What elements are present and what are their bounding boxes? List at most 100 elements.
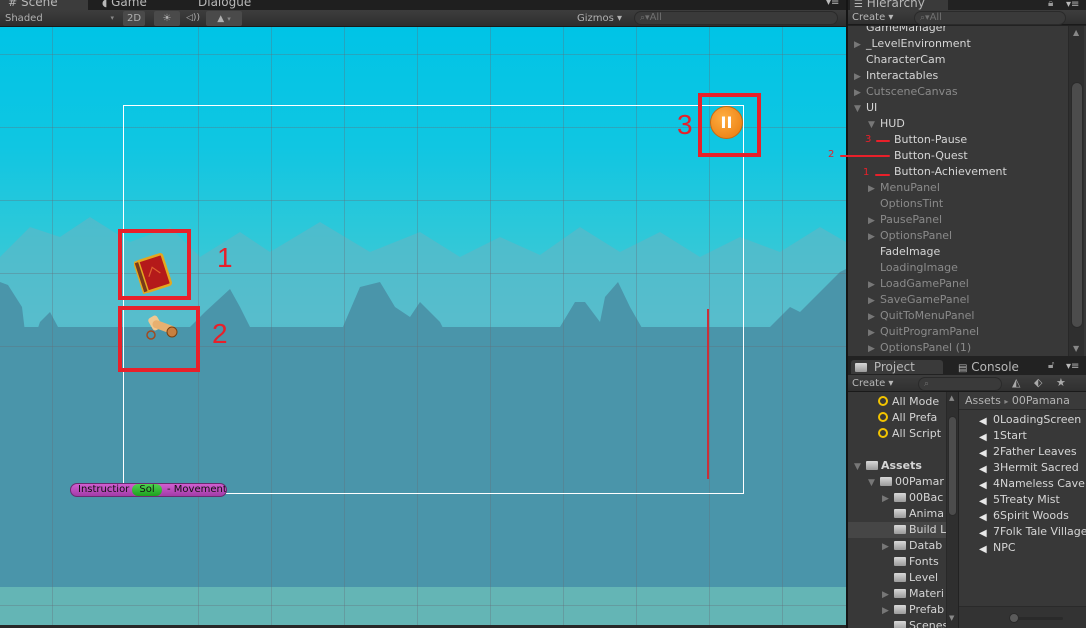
quest-button[interactable]	[142, 313, 182, 343]
hierarchy-scrollbar[interactable]: ▲ ▼	[1068, 26, 1084, 356]
expand-right-icon[interactable]: ▶	[882, 603, 894, 619]
hierarchy-item[interactable]: ▶ QuitToMenuPanel	[868, 308, 974, 324]
expand-down-icon[interactable]: ▼	[854, 459, 866, 475]
scene-asset-item[interactable]: ◀ 7Folk Tale Village	[979, 524, 1086, 540]
scene-asset-item[interactable]: ◀ 6Spirit Woods	[979, 508, 1069, 524]
expand-right-icon[interactable]: ▶	[868, 325, 880, 341]
expand-right-icon[interactable]: ▶	[882, 491, 894, 507]
scene-asset-item[interactable]: ◀ 2Father Leaves	[979, 444, 1077, 460]
project-create-button[interactable]: Create ▾	[852, 377, 893, 390]
tab-project[interactable]: Project	[851, 360, 943, 374]
project-folder-item[interactable]: ▶ Datab	[848, 538, 946, 554]
scroll-up-icon[interactable]: ▲	[1073, 28, 1079, 37]
favorite-search-item[interactable]: All Prefa	[878, 410, 937, 426]
scene-asset-item[interactable]: ◀ NPC	[979, 540, 1016, 556]
breadcrumb-folder[interactable]: 00Pamana	[1012, 394, 1070, 407]
scroll-up-icon[interactable]: ▲	[949, 394, 954, 402]
hierarchy-item[interactable]: ▶ _LevelEnvironment	[854, 36, 971, 52]
scene-asset-item[interactable]: ◀ 1Start	[979, 428, 1027, 444]
expand-right-icon[interactable]: ▶	[854, 69, 866, 85]
project-folder-item[interactable]: ▼ 00Pamar	[848, 474, 946, 490]
expand-right-icon[interactable]: ▶	[868, 293, 880, 309]
hierarchy-item[interactable]: OptionsTint	[868, 196, 943, 212]
effects-dropdown[interactable]: ▲ ▾	[206, 11, 242, 26]
project-folder-item[interactable]: ▶ 00Bac	[848, 490, 946, 506]
audio-toggle[interactable]: ◁))	[182, 11, 204, 26]
expand-right-icon[interactable]: ▶	[868, 277, 880, 293]
project-tree-scrollbar[interactable]: ▲ ▼	[946, 392, 958, 628]
panel-menu-icon[interactable]: ▾≡	[1066, 0, 1079, 10]
lock-icon[interactable]: 🔓︎	[1048, 360, 1054, 371]
gizmos-dropdown[interactable]: Gizmos ▾	[572, 11, 627, 26]
expand-right-icon[interactable]: ▶	[868, 181, 880, 197]
scene-asset-item[interactable]: ◀ 4Nameless Cave	[979, 476, 1085, 492]
hierarchy-create-button[interactable]: Create ▾	[852, 11, 893, 24]
hierarchy-item[interactable]: Button-Achievement	[882, 164, 1007, 180]
hierarchy-search-input[interactable]: ⌕▾All	[914, 11, 1066, 25]
tab-dialogue[interactable]: Dialogue	[190, 0, 259, 10]
lock-icon[interactable]: 🔒︎	[1048, 0, 1053, 9]
project-folder-item[interactable]: Anima	[848, 506, 946, 522]
scene-search-input[interactable]: ⌕▾All	[634, 11, 838, 25]
expand-right-icon[interactable]: ▶	[868, 341, 880, 356]
expand-right-icon[interactable]: ▶	[854, 37, 866, 53]
hierarchy-item[interactable]: LoadingImage	[868, 260, 958, 276]
tab-scene[interactable]: # Scene	[0, 0, 88, 10]
hierarchy-item[interactable]: ▶ SaveGamePanel	[868, 292, 969, 308]
expand-right-icon[interactable]: ▶	[868, 213, 880, 229]
tab-console[interactable]: ▤ Console	[954, 360, 1025, 374]
expand-right-icon[interactable]: ▶	[882, 587, 894, 603]
project-folder-item[interactable]: ▶ Prefab	[848, 602, 946, 618]
lighting-toggle[interactable]: ☀	[154, 11, 180, 26]
project-search-input[interactable]: ⌕	[918, 377, 1002, 391]
filter-by-type-icon[interactable]: ◭	[1012, 376, 1020, 389]
icon-size-slider-handle[interactable]	[1009, 613, 1019, 623]
hierarchy-item[interactable]: ▼ HUD	[868, 116, 905, 132]
hierarchy-item[interactable]: GameManager	[854, 26, 947, 36]
hierarchy-item[interactable]: ▶ OptionsPanel	[868, 228, 952, 244]
tab-game[interactable]: ◖ Game	[94, 0, 155, 10]
hierarchy-scroll-thumb[interactable]	[1071, 82, 1083, 328]
scroll-down-icon[interactable]: ▼	[1073, 344, 1079, 353]
project-folder-item[interactable]: Build L	[848, 522, 946, 538]
hierarchy-item[interactable]: ▶ Interactables	[854, 68, 938, 84]
expand-down-icon[interactable]: ▼	[868, 475, 880, 491]
expand-right-icon[interactable]: ▶	[868, 229, 880, 245]
hierarchy-item[interactable]: Button-Pause	[882, 132, 967, 148]
hierarchy-item[interactable]: ▶ MenuPanel	[868, 180, 940, 196]
hierarchy-item[interactable]: ▶ QuitProgramPanel	[868, 324, 979, 340]
hierarchy-item[interactable]: ▶ PausePanel	[868, 212, 942, 228]
breadcrumb-assets[interactable]: Assets	[965, 394, 1001, 407]
hierarchy-item[interactable]: Button-Quest	[882, 148, 968, 164]
expand-down-icon[interactable]: ▼	[854, 101, 866, 117]
project-folder-item[interactable]: Level	[848, 570, 946, 586]
2d-toggle[interactable]: 2D	[123, 11, 145, 26]
hierarchy-item[interactable]: ▶ CutsceneCanvas	[854, 84, 958, 100]
expand-right-icon[interactable]: ▶	[868, 309, 880, 325]
expand-right-icon[interactable]: ▶	[882, 539, 894, 555]
project-tree-scroll-thumb[interactable]	[948, 416, 957, 516]
hierarchy-item[interactable]: ▼ UI	[854, 100, 877, 116]
scene-viewport[interactable]: 1 2 II 3 Instructior - Movement Sol	[0, 27, 846, 625]
panel-menu-icon[interactable]: ▾≡	[1066, 361, 1079, 372]
scene-asset-item[interactable]: ◀ 5Treaty Mist	[979, 492, 1060, 508]
scene-asset-item[interactable]: ◀ 3Hermit Sacred	[979, 460, 1079, 476]
hierarchy-item[interactable]: ▶ LoadGamePanel	[868, 276, 969, 292]
tag-icon[interactable]: ⬖	[1034, 376, 1042, 389]
hierarchy-item[interactable]: ▶ OptionsPanel (1)	[868, 340, 971, 356]
star-icon[interactable]: ★	[1056, 376, 1066, 389]
expand-down-icon[interactable]: ▼	[868, 117, 880, 133]
expand-right-icon[interactable]: ▶	[854, 85, 866, 101]
favorite-search-item[interactable]: All Mode	[878, 394, 939, 410]
achievement-button[interactable]	[134, 251, 174, 295]
shading-mode-dropdown[interactable]: Shaded ▾	[3, 11, 118, 26]
project-folder-item[interactable]: ▶ Materi	[848, 586, 946, 602]
project-folder-item[interactable]: Fonts	[848, 554, 946, 570]
project-folder-item[interactable]: ▼ Assets	[848, 458, 946, 474]
project-folder-item[interactable]: Scenes	[848, 618, 946, 628]
pause-button[interactable]: II	[710, 106, 743, 139]
panel-menu-icon[interactable]: ▾≡	[826, 0, 839, 8]
hierarchy-item[interactable]: FadeImage	[868, 244, 940, 260]
hierarchy-item[interactable]: CharacterCam	[854, 52, 945, 68]
instruction-movement-button[interactable]: Instructior - Movement Sol	[70, 483, 227, 497]
